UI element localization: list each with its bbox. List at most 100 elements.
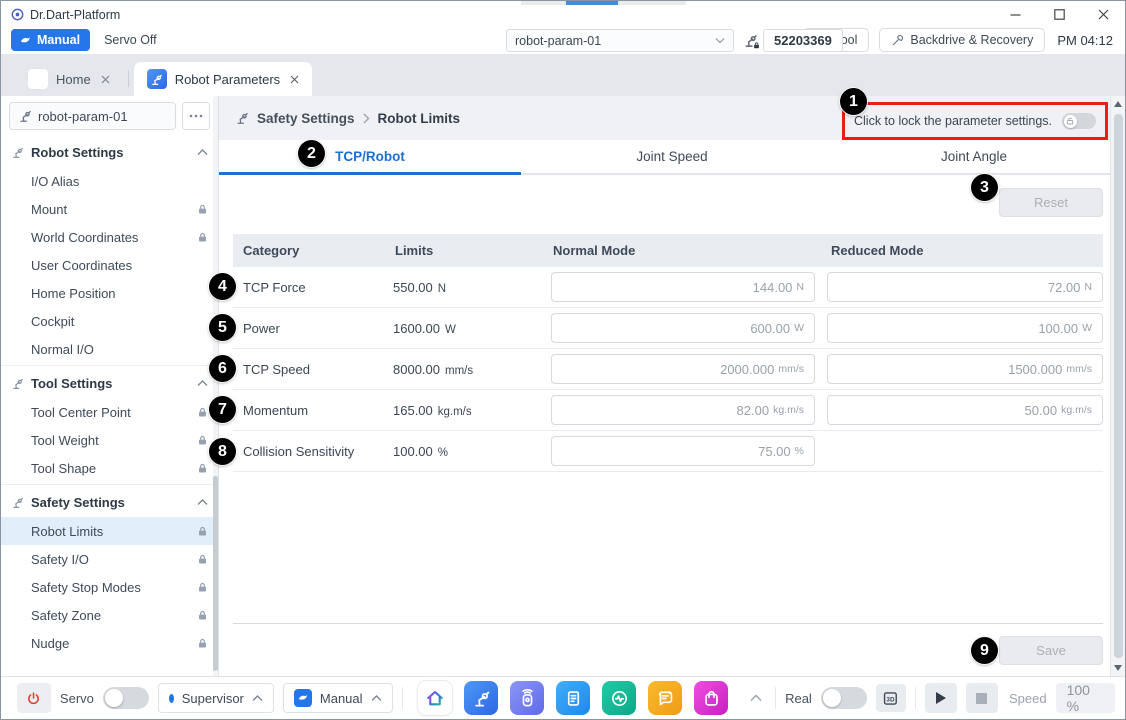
real-mode-toggle[interactable]	[821, 687, 867, 709]
reduced-mode-input[interactable]: 1500.000mm/s	[827, 354, 1103, 384]
message-app-icon[interactable]	[648, 681, 682, 715]
tab-robot-parameters[interactable]: Robot Parameters	[134, 62, 313, 96]
operation-mode-select[interactable]: Manual	[283, 683, 394, 713]
sidebar-group-safety-settings[interactable]: Safety Settings	[1, 487, 218, 517]
close-tab-icon[interactable]	[101, 75, 110, 84]
parameter-select[interactable]: robot-param-01	[506, 29, 734, 52]
sidebar-item-normal-io[interactable]: Normal I/O	[1, 335, 218, 363]
close-tab-icon[interactable]	[290, 75, 299, 84]
jog-app-icon[interactable]	[510, 681, 544, 715]
stop-button[interactable]	[966, 683, 998, 713]
normal-mode-input[interactable]: 144.00N	[551, 272, 815, 302]
toggle-knob	[823, 689, 841, 707]
table-row-tcp-speed: TCP Speed 8000.00mm/s 2000.000mm/s 1500.…	[233, 349, 1103, 390]
home-app-icon[interactable]	[418, 681, 452, 715]
store-app-icon[interactable]	[694, 681, 728, 715]
scroll-down-icon[interactable]	[1111, 660, 1125, 676]
lock-icon	[197, 610, 208, 621]
sidebar-item-robot-limits[interactable]: Robot Limits	[1, 517, 218, 545]
speed-label: Speed	[1009, 691, 1047, 706]
breadcrumb-parent[interactable]: Safety Settings	[257, 111, 355, 126]
servo-toggle[interactable]	[103, 687, 149, 709]
save-button[interactable]: Save	[999, 636, 1103, 665]
dock-expand-chevron-icon[interactable]	[745, 687, 766, 709]
tab-joint-speed[interactable]: Joint Speed	[521, 140, 823, 173]
lock-icon	[197, 638, 208, 649]
sidebar-item-world-coordinates[interactable]: World Coordinates	[1, 223, 218, 251]
sidebar-item-user-coordinates[interactable]: User Coordinates	[1, 251, 218, 279]
lock-icon	[197, 554, 208, 565]
robot-serial-number[interactable]: 52203369	[763, 29, 843, 52]
close-icon[interactable]	[1081, 2, 1125, 28]
more-options-button[interactable]	[182, 102, 210, 130]
parameter-lock-toggle[interactable]	[1062, 113, 1096, 129]
reduced-mode-input[interactable]: 72.00N	[827, 272, 1103, 302]
normal-mode-input[interactable]: 600.00W	[551, 313, 815, 343]
role-status-dot-icon	[169, 694, 174, 703]
sidebar-item-tool-shape[interactable]: Tool Shape	[1, 454, 218, 482]
title-bar-progress-strip	[566, 1, 618, 5]
sidebar-item-tool-center-point[interactable]: Tool Center Point	[1, 398, 218, 426]
bottom-status-bar: Servo Supervisor Manual	[1, 676, 1125, 719]
table-row-power: Power 1600.00W 600.00W 100.00W	[233, 308, 1103, 349]
limits-content: Reset Category Limits Normal Mode Reduce…	[219, 175, 1125, 676]
lock-icon	[197, 582, 208, 593]
hand-guide-icon	[294, 689, 312, 707]
sidebar-item-nudge[interactable]: Nudge	[1, 629, 218, 657]
main-scrollbar[interactable]	[1110, 96, 1125, 676]
user-role-select[interactable]: Supervisor	[158, 683, 274, 713]
task-writer-app-icon[interactable]	[556, 681, 590, 715]
main-scrollbar-thumb[interactable]	[1114, 114, 1123, 658]
sidebar-scrollbar-thumb[interactable]	[213, 476, 218, 671]
robot-parameters-app-icon[interactable]	[464, 681, 498, 715]
sidebar-item-safety-io[interactable]: Safety I/O	[1, 545, 218, 573]
tab-home[interactable]: Home	[15, 62, 123, 96]
sidebar-item-tool-weight[interactable]: Tool Weight	[1, 426, 218, 454]
sidebar-group-robot-settings[interactable]: Robot Settings	[1, 137, 218, 167]
sidebar-item-safety-zone[interactable]: Safety Zone	[1, 601, 218, 629]
robot-icon	[11, 377, 24, 390]
bottombar-divider	[775, 687, 776, 709]
sidebar-item-cockpit[interactable]: Cockpit	[1, 307, 218, 335]
scroll-up-icon[interactable]	[1111, 96, 1125, 112]
sidebar-scrollbar[interactable]	[213, 96, 218, 676]
monitoring-app-icon[interactable]	[602, 681, 636, 715]
reduced-mode-input[interactable]: 50.00kg.m/s	[827, 395, 1103, 425]
app-window: Dr.Dart-Platform Manual Servo Off robot-…	[0, 0, 1126, 720]
chevron-up-icon	[197, 149, 208, 156]
chevron-down-icon	[715, 37, 725, 44]
wrench-icon	[891, 34, 904, 47]
backdrive-recovery-button[interactable]: Backdrive & Recovery	[879, 28, 1045, 52]
maximize-icon[interactable]	[1037, 2, 1081, 28]
reset-button[interactable]: Reset	[999, 188, 1103, 217]
lock-icon	[197, 232, 208, 243]
robot-parameters-tab-icon	[147, 69, 167, 89]
sidebar-item-home-position[interactable]: Home Position	[1, 279, 218, 307]
toggle-knob	[105, 689, 123, 707]
sidebar-nav: Robot Settings I/O Alias Mount World Coo…	[1, 135, 218, 659]
play-button[interactable]	[925, 683, 957, 713]
normal-mode-input[interactable]: 2000.000mm/s	[551, 354, 815, 384]
simulator-3d-button[interactable]: 3D	[876, 684, 906, 712]
sidebar-item-io-alias[interactable]: I/O Alias	[1, 167, 218, 195]
tab-joint-angle[interactable]: Joint Angle	[823, 140, 1125, 173]
app-dock	[418, 681, 728, 715]
sidebar-item-safety-stop-modes[interactable]: Safety Stop Modes	[1, 573, 218, 601]
svg-text:3D: 3D	[887, 696, 896, 703]
lock-parameter-banner: Click to lock the parameter settings.	[842, 102, 1108, 140]
sidebar-group-tool-settings[interactable]: Tool Settings	[1, 368, 218, 398]
manual-mode-button[interactable]: Manual	[11, 29, 90, 51]
breadcrumb: Safety Settings Robot Limits Click to lo…	[219, 96, 1125, 140]
normal-mode-input[interactable]: 82.00kg.m/s	[551, 395, 815, 425]
home-tab-icon	[28, 69, 48, 89]
speed-value[interactable]: 100 %	[1056, 683, 1115, 713]
chevron-up-icon	[371, 695, 382, 702]
table-row-tcp-force: TCP Force 550.00N 144.00N 72.00N	[233, 267, 1103, 308]
sidebar-item-mount[interactable]: Mount	[1, 195, 218, 223]
normal-mode-input[interactable]: 75.00%	[551, 436, 815, 466]
power-button[interactable]	[17, 683, 51, 713]
minimize-icon[interactable]	[993, 2, 1037, 28]
sidebar-parameter-name[interactable]: robot-param-01	[9, 102, 176, 130]
tab-tcp-robot[interactable]: TCP/Robot	[219, 140, 521, 175]
reduced-mode-input[interactable]: 100.00W	[827, 313, 1103, 343]
